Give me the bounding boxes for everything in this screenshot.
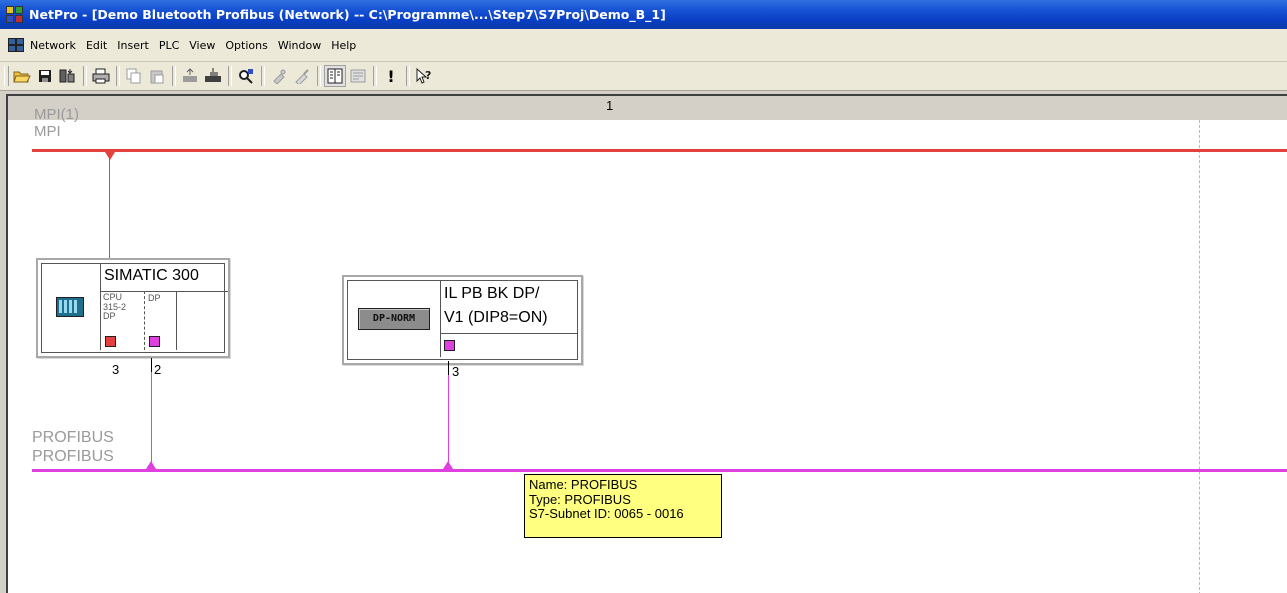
column-header: 1 xyxy=(8,96,1287,120)
stamp-icon[interactable] xyxy=(268,65,290,87)
print-icon[interactable] xyxy=(90,65,112,87)
window-title: NetPro - [Demo Bluetooth Profibus (Netwo… xyxy=(29,7,666,22)
menu-help[interactable]: Help xyxy=(326,39,361,52)
menu-options[interactable]: Options xyxy=(220,39,272,52)
upload-icon[interactable] xyxy=(179,65,201,87)
profibus-label-line1: PROFIBUS xyxy=(32,429,114,446)
toolbar-separator xyxy=(83,66,87,86)
dp-module-label: DP xyxy=(148,293,161,303)
station-name: IL PB BK DP/ V1 (DIP8=ON) xyxy=(444,285,548,326)
toolbar-separator xyxy=(261,66,265,86)
menu-edit[interactable]: Edit xyxy=(81,39,112,52)
network-canvas[interactable]: 1 MPI(1) MPI SIMATIC 300 CPU 315-2 DP DP… xyxy=(6,94,1287,593)
help-pointer-icon[interactable]: ? xyxy=(413,65,435,87)
download-to-plc-icon[interactable] xyxy=(202,65,224,87)
mpi-connection-marker xyxy=(105,152,115,160)
paste-icon[interactable] xyxy=(146,65,168,87)
dp-port-icon[interactable] xyxy=(444,340,455,351)
toolbar-separator xyxy=(228,66,232,86)
download-icon[interactable] xyxy=(57,65,79,87)
il-pb-bk-dp-station[interactable]: DP-NORM IL PB BK DP/ V1 (DIP8=ON) xyxy=(342,275,583,365)
column-number: 1 xyxy=(606,98,614,113)
mpi-drop-line[interactable] xyxy=(109,152,110,258)
toolbar-grip[interactable] xyxy=(4,66,9,86)
mpi-port-icon[interactable] xyxy=(105,336,116,347)
toolbar-separator xyxy=(116,66,120,86)
mpi-label[interactable]: MPI(1) MPI xyxy=(34,106,79,140)
brush-icon[interactable] xyxy=(291,65,313,87)
profibus-connection-marker xyxy=(146,461,156,469)
column-divider xyxy=(1199,120,1200,593)
menu-view[interactable]: View xyxy=(184,39,220,52)
menu-network[interactable]: Network xyxy=(24,39,81,52)
simatic-mpi-port-number: 3 xyxy=(112,362,120,377)
mpi-label-line2: MPI xyxy=(34,123,61,140)
profibus-label[interactable]: PROFIBUS PROFIBUS xyxy=(32,428,114,466)
simatic-300-station[interactable]: SIMATIC 300 CPU 315-2 DP DP xyxy=(36,258,230,358)
toolbar-separator xyxy=(317,66,321,86)
toolbar-separator xyxy=(406,66,410,86)
rack-icon xyxy=(56,297,84,317)
title-bar: NetPro - [Demo Bluetooth Profibus (Netwo… xyxy=(0,0,1287,29)
profibus-connection-marker xyxy=(443,461,453,469)
profibus-bus-line[interactable] xyxy=(32,469,1287,472)
save-icon[interactable] xyxy=(34,65,56,87)
menu-bar: Network Edit Insert PLC View Options Win… xyxy=(0,29,1287,62)
error-icon[interactable]: ! xyxy=(380,65,402,87)
tooltip-type: Type: PROFIBUS xyxy=(529,491,631,507)
simatic-dp-port-number: 2 xyxy=(154,362,162,377)
toolbar-separator xyxy=(373,66,377,86)
netpro-app-icon[interactable] xyxy=(6,6,23,23)
dp-port-icon[interactable] xyxy=(149,336,160,347)
svg-text:?: ? xyxy=(425,69,431,82)
toolbar-separator xyxy=(172,66,176,86)
station-name: SIMATIC 300 xyxy=(104,267,199,284)
menu-window[interactable]: Window xyxy=(273,39,326,52)
open-icon[interactable] xyxy=(11,65,33,87)
document-icon[interactable] xyxy=(8,38,24,52)
tooltip-name: Name: PROFIBUS xyxy=(529,477,638,492)
mpi-label-line1: MPI(1) xyxy=(34,106,79,123)
copy-icon[interactable] xyxy=(123,65,145,87)
menu-insert[interactable]: Insert xyxy=(112,39,154,52)
simatic-profibus-drop-line[interactable] xyxy=(151,358,152,468)
il-pb-profibus-drop-line[interactable] xyxy=(448,361,449,468)
menu-plc[interactable]: PLC xyxy=(154,39,184,52)
toolbar: ! ? xyxy=(0,62,1287,91)
mpi-bus-line[interactable] xyxy=(32,149,1287,152)
il-pb-port-number: 3 xyxy=(452,364,460,379)
dp-norm-icon: DP-NORM xyxy=(358,308,430,330)
cpu-module-label: CPU 315-2 DP xyxy=(103,292,127,321)
find-icon[interactable] xyxy=(235,65,257,87)
properties-icon[interactable] xyxy=(347,65,369,87)
profibus-label-line2: PROFIBUS xyxy=(32,448,114,465)
catalog-icon[interactable] xyxy=(324,65,346,87)
profibus-tooltip: Name: PROFIBUS Type: PROFIBUS S7-Subnet … xyxy=(524,474,722,538)
tooltip-subnet-id: S7-Subnet ID: 0065 - 0016 xyxy=(529,506,684,521)
